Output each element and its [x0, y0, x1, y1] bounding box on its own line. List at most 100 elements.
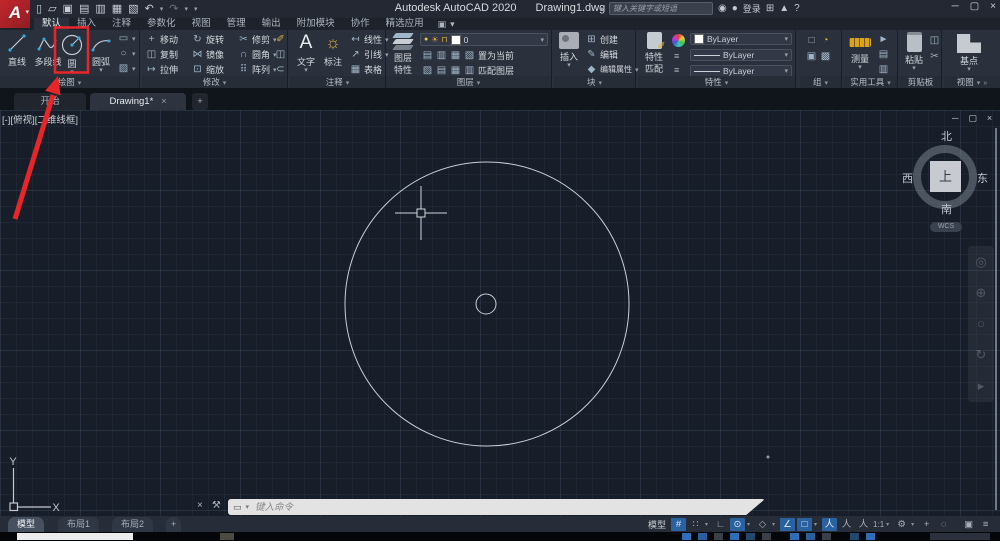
- tool-hatch[interactable]: ▨ ▾: [118, 62, 136, 75]
- restore-button[interactable]: ▢: [970, 1, 979, 12]
- taskbar-tray[interactable]: [930, 533, 990, 540]
- tool-line[interactable]: 直线: [2, 32, 32, 68]
- tool-match-properties[interactable]: ✐ 特性 匹配: [640, 32, 668, 75]
- help-icon[interactable]: ?: [794, 3, 800, 14]
- customization-plus-button[interactable]: +: [919, 518, 934, 531]
- new-file-button[interactable]: ▯: [36, 1, 42, 17]
- user-icon[interactable]: ●: [732, 3, 738, 14]
- color-dropdown[interactable]: ByLayer ▾: [690, 33, 792, 45]
- annotation-scale-caret[interactable]: ▾: [886, 521, 892, 528]
- viewcube-east[interactable]: 东: [977, 170, 988, 186]
- screencast-icon[interactable]: ▣: [438, 18, 447, 30]
- layer-freeze-icon[interactable]: ▦: [450, 50, 461, 61]
- customize-menu-button[interactable]: ≡: [978, 518, 993, 531]
- model-tab[interactable]: 模型: [8, 517, 45, 532]
- tab-parametric[interactable]: 参数化: [139, 18, 184, 30]
- minimize-button[interactable]: ─: [952, 1, 959, 12]
- tool-cut-clip[interactable]: ✂: [929, 50, 940, 63]
- tool-edit-attributes[interactable]: ◆ 编辑属性 ▾: [586, 63, 639, 76]
- viewcube-top-face[interactable]: 上: [930, 161, 961, 192]
- panel-label-utilities[interactable]: 实用工具 ▾: [844, 76, 897, 88]
- command-line-bar[interactable]: ▭ ▾: [228, 499, 765, 515]
- panel-label-view[interactable]: 视图 ▾»: [944, 76, 1000, 88]
- tab-collaborate[interactable]: 协作: [343, 18, 378, 30]
- qat-menu-caret[interactable]: ▾: [194, 5, 198, 13]
- polar-caret[interactable]: ▾: [747, 521, 753, 528]
- tool-quick-calc[interactable]: ▤: [878, 48, 889, 61]
- layer-lock-tool-icon[interactable]: ▧: [464, 50, 475, 61]
- canvas-scrollbar[interactable]: [995, 128, 997, 510]
- save-button[interactable]: ▣: [63, 1, 73, 17]
- redo-button[interactable]: ↷: [169, 1, 178, 17]
- object-snap-toggle[interactable]: □: [797, 517, 813, 531]
- panel-label-layers[interactable]: 图层 ▾: [386, 76, 551, 88]
- taskbar-icon[interactable]: [790, 533, 799, 540]
- application-menu-button[interactable]: A ▾: [0, 0, 30, 28]
- tool-copy[interactable]: ◫ 复制: [146, 48, 178, 61]
- linetype-icon[interactable]: ≡: [674, 65, 679, 75]
- tab-addins[interactable]: 附加模块: [289, 18, 343, 30]
- circle-caret[interactable]: ▾: [70, 69, 74, 76]
- taskbar-icon[interactable]: [850, 533, 859, 540]
- panel-label-annotation[interactable]: 注释 ▾: [290, 76, 385, 88]
- customize-wrench-icon[interactable]: ⚒: [212, 500, 221, 511]
- showmotion-icon[interactable]: ▸: [978, 378, 985, 394]
- object-snap-tracking-toggle[interactable]: ∠: [780, 517, 796, 531]
- tool-measure[interactable]: 测量 ▾: [847, 32, 873, 71]
- taskbar-icon[interactable]: [806, 533, 815, 540]
- undo-caret[interactable]: ▾: [160, 5, 164, 13]
- autodesk-alert-icon[interactable]: ▲: [779, 3, 789, 14]
- tool-move[interactable]: + 移动: [146, 33, 178, 46]
- tool-linear[interactable]: ↤ 线性 ▾: [350, 33, 388, 46]
- taskbar-icon[interactable]: [866, 533, 875, 540]
- panel-label-clipboard[interactable]: 剪贴板: [900, 76, 941, 88]
- zoom-icon[interactable]: ○: [977, 316, 985, 331]
- lineweight-icon[interactable]: ≡: [674, 51, 679, 61]
- tab-annotate[interactable]: 注释: [104, 18, 139, 30]
- command-input[interactable]: [253, 500, 765, 514]
- close-tab-icon[interactable]: ×: [161, 96, 166, 106]
- undo-button[interactable]: ↶: [145, 1, 154, 17]
- recent-commands-icon[interactable]: ▭: [233, 502, 242, 513]
- clean-screen-button[interactable]: ▣: [961, 518, 976, 531]
- layer-off-icon[interactable]: ▤: [422, 50, 433, 61]
- new-layout-button[interactable]: +: [166, 517, 182, 532]
- wcs-dropdown[interactable]: WCS: [930, 222, 962, 232]
- tool-create-block[interactable]: ⊞ 创建: [586, 33, 618, 46]
- binoculars-search-icon[interactable]: ◉: [718, 3, 727, 14]
- tool-id-point[interactable]: ▥: [878, 63, 889, 76]
- viewport-controls-label[interactable]: [-][俯视][二维线框]: [2, 112, 78, 126]
- tool-array[interactable]: ⠿ 阵列 ▾: [238, 63, 277, 76]
- polar-tracking-toggle[interactable]: ⊙: [730, 517, 746, 531]
- sign-in-button[interactable]: 登录: [743, 2, 761, 15]
- panel-label-modify[interactable]: 修改 ▾: [142, 76, 287, 88]
- orbit-icon[interactable]: ↻: [976, 347, 987, 363]
- arc-caret[interactable]: ▾: [99, 67, 103, 74]
- viewcube-south[interactable]: 南: [941, 201, 952, 217]
- tool-offset[interactable]: ⊂: [275, 63, 286, 76]
- pan-icon[interactable]: ⊕: [976, 285, 987, 301]
- taskbar-search-box[interactable]: [17, 533, 133, 540]
- tool-quick-select[interactable]: ►: [878, 33, 889, 46]
- tool-ellipse[interactable]: ○ ▾: [118, 47, 135, 60]
- set-current-button[interactable]: 置为当前: [478, 49, 514, 62]
- tool-arc[interactable]: 圆弧 ▾: [87, 32, 115, 74]
- tool-table[interactable]: ▦ 表格: [350, 63, 382, 76]
- tool-rotate[interactable]: ↻ 旋转: [192, 33, 224, 46]
- tool-edit-block[interactable]: ✎ 编辑: [586, 48, 618, 61]
- workspace-caret[interactable]: ▾: [911, 521, 917, 528]
- isodraft-caret[interactable]: ▾: [772, 521, 778, 528]
- tab-featured-apps[interactable]: 精选应用: [378, 18, 432, 30]
- layer-unlock-icon[interactable]: ▥: [464, 65, 475, 76]
- tool-explode[interactable]: ◫: [275, 48, 286, 61]
- layer-dropdown-caret[interactable]: ▾: [540, 36, 544, 44]
- annotation-scale-value[interactable]: 1:1: [873, 520, 884, 529]
- tab-home[interactable]: 默认: [34, 18, 70, 30]
- tool-erase[interactable]: ✐: [275, 33, 286, 46]
- workspace-switch-button[interactable]: ⚙: [894, 518, 909, 531]
- ribbon-overflow[interactable]: »: [983, 80, 987, 87]
- vp-restore-icon[interactable]: ▢: [968, 113, 977, 124]
- tab-insert[interactable]: 插入: [69, 18, 104, 30]
- ribbon-display-caret[interactable]: ▾: [450, 18, 455, 30]
- layout2-tab[interactable]: 布局2: [112, 517, 154, 532]
